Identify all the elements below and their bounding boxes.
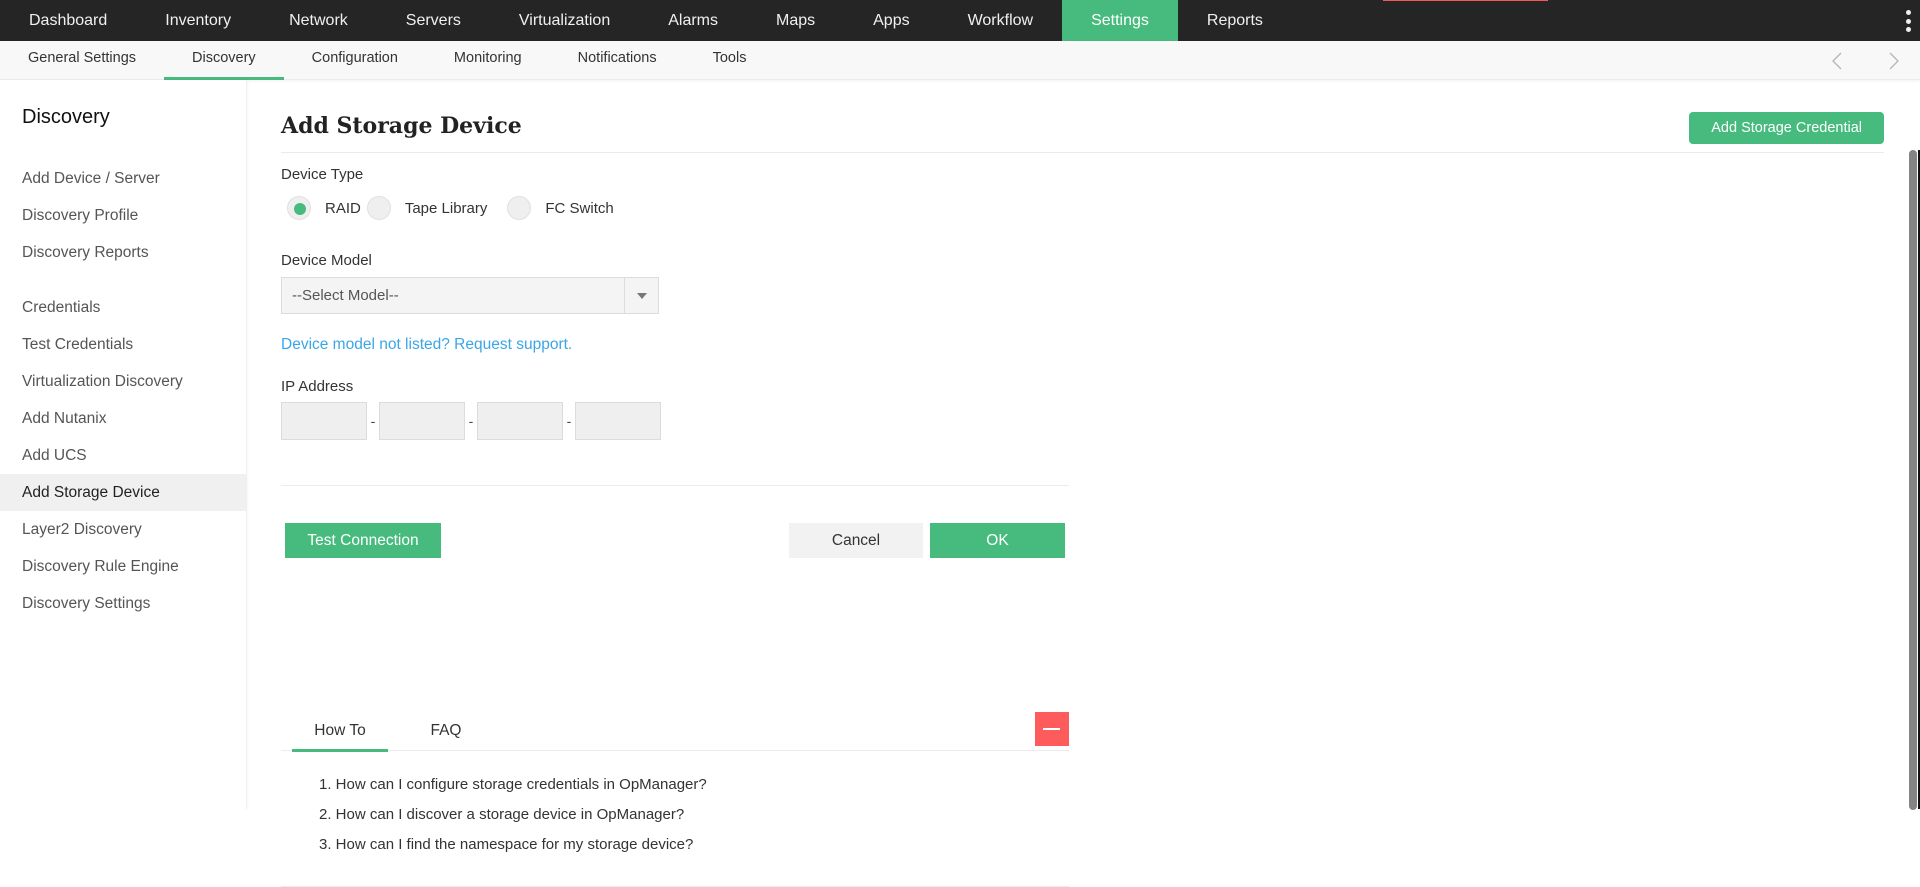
sidebar-item-discovery-profile[interactable]: Discovery Profile xyxy=(0,197,246,234)
tab-how-to[interactable]: How To xyxy=(292,710,388,752)
title-divider xyxy=(281,152,1884,153)
radio-label: Tape Library xyxy=(404,199,488,217)
nav-apps[interactable]: Apps xyxy=(844,0,938,41)
tab-general-settings[interactable]: General Settings xyxy=(0,41,164,80)
radio-tape-library[interactable]: Tape Library xyxy=(366,196,508,220)
top-navigation-bar: Dashboard Inventory Network Servers Virt… xyxy=(0,0,1920,41)
device-model-label: Device Model xyxy=(281,252,372,269)
radio-fc-switch[interactable]: FC Switch xyxy=(507,196,619,220)
chevron-left-icon[interactable] xyxy=(1826,49,1850,73)
help-tabs: How To FAQ xyxy=(281,710,1069,752)
ip-octet-3-input[interactable] xyxy=(477,402,563,440)
ip-address-label: IP Address xyxy=(281,378,354,395)
tab-tools[interactable]: Tools xyxy=(685,41,775,80)
test-connection-button[interactable]: Test Connection xyxy=(285,523,441,558)
ip-address-inputs: - - - xyxy=(281,402,661,440)
radio-button[interactable] xyxy=(507,196,532,220)
main-menu: Dashboard Inventory Network Servers Virt… xyxy=(0,0,1920,41)
kebab-dot xyxy=(1905,18,1911,24)
discovery-sidebar: Discovery Add Device / Server Discovery … xyxy=(0,80,247,809)
sidebar-item-add-storage-device[interactable]: Add Storage Device xyxy=(0,474,246,511)
tab-configuration[interactable]: Configuration xyxy=(284,41,426,80)
ip-octet-4-input[interactable] xyxy=(575,402,661,440)
main-content: Add Storage Device Add Storage Credentia… xyxy=(281,80,1887,887)
nav-settings[interactable]: Settings xyxy=(1062,0,1178,41)
tab-monitoring[interactable]: Monitoring xyxy=(426,41,550,80)
radio-raid[interactable]: RAID xyxy=(287,196,367,220)
nav-reports[interactable]: Reports xyxy=(1178,0,1292,41)
vertical-scrollbar[interactable] xyxy=(1909,150,1917,810)
sidebar-item-discovery-reports[interactable]: Discovery Reports xyxy=(0,234,246,271)
tab-notifications[interactable]: Notifications xyxy=(550,41,685,80)
sidebar-item-credentials[interactable]: Credentials xyxy=(0,289,246,326)
nav-alarms[interactable]: Alarms xyxy=(639,0,747,41)
sidebar-item-add-ucs[interactable]: Add UCS xyxy=(0,437,246,474)
sidebar-item-discovery-rule-engine[interactable]: Discovery Rule Engine xyxy=(0,548,246,585)
radio-button[interactable] xyxy=(287,196,311,220)
tab-faq[interactable]: FAQ xyxy=(418,710,474,751)
nav-dashboard[interactable]: Dashboard xyxy=(0,0,136,41)
how-to-list: 1. How can I configure storage credentia… xyxy=(319,770,707,860)
sidebar-item-virtualization-discovery[interactable]: Virtualization Discovery xyxy=(0,363,246,400)
how-to-item[interactable]: 1. How can I configure storage credentia… xyxy=(319,770,707,800)
device-type-label: Device Type xyxy=(281,166,364,183)
radio-label: FC Switch xyxy=(545,199,614,217)
device-model-select[interactable]: --Select Model-- xyxy=(281,277,659,314)
device-type-radio-group: RAID Tape Library FC Switch xyxy=(287,196,620,220)
request-support-link[interactable]: Device model not listed? Request support… xyxy=(281,336,572,354)
nav-inventory[interactable]: Inventory xyxy=(136,0,260,41)
chevron-right-icon[interactable] xyxy=(1881,49,1905,73)
nav-network[interactable]: Network xyxy=(260,0,377,41)
sidebar-group-spacer xyxy=(0,271,246,289)
sidebar-item-discovery-settings[interactable]: Discovery Settings xyxy=(0,585,246,622)
settings-subnav: General Settings Discovery Configuration… xyxy=(0,41,1920,80)
nav-virtualization[interactable]: Virtualization xyxy=(490,0,639,41)
cancel-button[interactable]: Cancel xyxy=(789,523,923,558)
radio-button[interactable] xyxy=(366,196,391,220)
sidebar-title: Discovery xyxy=(22,106,110,128)
sidebar-item-add-device-server[interactable]: Add Device / Server xyxy=(0,160,246,197)
add-storage-credential-button[interactable]: Add Storage Credential xyxy=(1689,112,1884,144)
radio-label: RAID xyxy=(325,199,361,217)
nav-servers[interactable]: Servers xyxy=(377,0,490,41)
subnav-scroll-arrows xyxy=(1810,41,1920,80)
nav-maps[interactable]: Maps xyxy=(747,0,844,41)
sidebar-item-add-nutanix[interactable]: Add Nutanix xyxy=(0,400,246,437)
ip-separator: - xyxy=(468,413,474,429)
kebab-menu-icon[interactable] xyxy=(1904,10,1912,32)
ip-separator: - xyxy=(566,413,572,429)
kebab-dot xyxy=(1905,10,1911,15)
dropdown-toggle[interactable] xyxy=(624,278,658,313)
tab-discovery[interactable]: Discovery xyxy=(164,41,284,80)
how-to-item[interactable]: 3. How can I find the namespace for my s… xyxy=(319,830,707,860)
ip-octet-1-input[interactable] xyxy=(281,402,367,440)
page-title: Add Storage Device xyxy=(281,113,522,139)
nav-workflow[interactable]: Workflow xyxy=(939,0,1063,41)
kebab-dot xyxy=(1905,27,1911,32)
ip-separator: - xyxy=(370,413,376,429)
sidebar-item-test-credentials[interactable]: Test Credentials xyxy=(0,326,246,363)
minus-icon[interactable] xyxy=(1035,712,1069,746)
form-divider xyxy=(281,485,1069,486)
ip-octet-2-input[interactable] xyxy=(379,402,465,440)
device-model-selected-value: --Select Model-- xyxy=(292,287,399,304)
caret-down-icon xyxy=(637,293,647,299)
scrollbar-thumb[interactable] xyxy=(1909,150,1917,810)
sidebar-item-layer2-discovery[interactable]: Layer2 Discovery xyxy=(0,511,246,548)
alert-indicator-strip xyxy=(1383,0,1548,1)
how-to-item[interactable]: 2. How can I discover a storage device i… xyxy=(319,800,707,830)
ok-button[interactable]: OK xyxy=(930,523,1065,558)
